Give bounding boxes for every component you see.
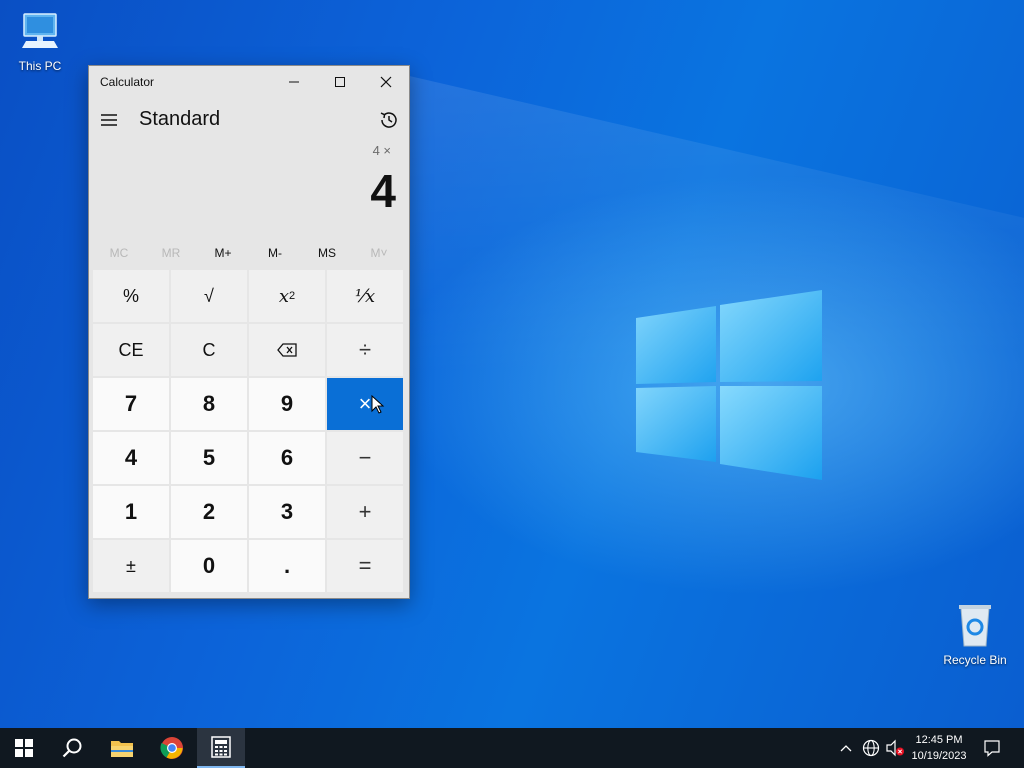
chevron-up-icon xyxy=(840,745,852,752)
square-root-button[interactable]: √ xyxy=(171,270,247,322)
history-button[interactable] xyxy=(376,107,402,133)
digit-1-button[interactable]: 1 xyxy=(93,486,169,538)
add-button[interactable]: + xyxy=(327,486,403,538)
memory-recall-button[interactable]: MR xyxy=(145,242,197,264)
backspace-icon xyxy=(277,343,297,357)
computer-icon xyxy=(22,13,58,48)
chrome-icon xyxy=(160,737,183,759)
window-title: Calculator xyxy=(100,75,155,89)
expression-display: 4 × xyxy=(372,143,391,158)
clock-time: 12:45 PM xyxy=(915,734,963,746)
multiply-button[interactable]: × xyxy=(327,378,403,430)
windows-logo-wallpaper xyxy=(636,290,822,480)
maximize-icon xyxy=(335,77,345,87)
start-button[interactable] xyxy=(0,728,48,768)
memory-clear-button[interactable]: MC xyxy=(93,242,145,264)
windows-start-icon xyxy=(15,739,33,757)
this-pc-label: This PC xyxy=(18,59,62,73)
reciprocal-button[interactable]: ⅟x xyxy=(327,270,403,322)
mouse-cursor-icon xyxy=(371,395,385,414)
negate-button[interactable]: ± xyxy=(93,540,169,592)
square-exponent-label: 2 xyxy=(289,290,296,302)
digit-7-button[interactable]: 7 xyxy=(93,378,169,430)
memory-store-button[interactable]: MS xyxy=(301,242,353,264)
speaker-muted-icon xyxy=(886,739,904,757)
recycle-bin-shortcut[interactable]: Recycle Bin xyxy=(937,602,1013,667)
digit-4-button[interactable]: 4 xyxy=(93,432,169,484)
calculator-window: Calculator Standard 4 × 4 MC MR M+ M- MS… xyxy=(88,65,410,599)
hamburger-icon xyxy=(101,114,117,126)
search-button[interactable] xyxy=(48,728,96,768)
subtract-button[interactable]: − xyxy=(327,432,403,484)
digit-3-button[interactable]: 3 xyxy=(249,486,325,538)
memory-list-button[interactable]: M˅ xyxy=(353,242,405,264)
show-hidden-icons-button[interactable] xyxy=(836,728,856,768)
chrome-taskbar-button[interactable] xyxy=(148,728,196,768)
calculator-taskbar-button[interactable] xyxy=(197,728,245,768)
square-base-label: x xyxy=(278,285,290,307)
decimal-button[interactable]: . xyxy=(249,540,325,592)
folder-icon xyxy=(111,741,133,757)
recycle-bin-icon xyxy=(959,605,991,647)
notification-icon xyxy=(984,740,1000,757)
digit-9-button[interactable]: 9 xyxy=(249,378,325,430)
memory-add-button[interactable]: M+ xyxy=(197,242,249,264)
clear-button[interactable]: C xyxy=(171,324,247,376)
percent-button[interactable]: % xyxy=(93,270,169,322)
mode-title: Standard xyxy=(139,108,221,130)
result-display: 4 xyxy=(370,165,396,217)
digit-8-button[interactable]: 8 xyxy=(171,378,247,430)
globe-icon xyxy=(862,739,880,757)
maximize-button[interactable] xyxy=(317,66,363,98)
search-icon xyxy=(62,738,82,758)
equals-button[interactable]: = xyxy=(327,540,403,592)
memory-subtract-button[interactable]: M- xyxy=(249,242,301,264)
clock[interactable]: 12:45 PM 10/19/2023 xyxy=(903,732,975,764)
digit-2-button[interactable]: 2 xyxy=(171,486,247,538)
minimize-button[interactable] xyxy=(271,66,317,98)
this-pc-shortcut[interactable]: This PC xyxy=(2,10,78,73)
clear-entry-button[interactable]: CE xyxy=(93,324,169,376)
navigation-menu-button[interactable] xyxy=(97,108,121,132)
desktop: This PC Recycle Bin Calculator Standard … xyxy=(0,0,1024,728)
minimize-icon xyxy=(289,81,299,83)
square-button[interactable]: x2 xyxy=(249,270,325,322)
keypad: % √ x2 ⅟x CE C ÷ 7 8 9 × 4 5 6 − 1 2 3 +… xyxy=(93,270,405,594)
close-button[interactable] xyxy=(363,66,409,98)
network-status-button[interactable] xyxy=(860,728,882,768)
history-icon xyxy=(380,112,397,128)
digit-5-button[interactable]: 5 xyxy=(171,432,247,484)
title-bar[interactable]: Calculator xyxy=(89,66,409,98)
header-row: Standard xyxy=(89,100,409,140)
file-explorer-taskbar-button[interactable] xyxy=(98,728,146,768)
digit-0-button[interactable]: 0 xyxy=(171,540,247,592)
digit-6-button[interactable]: 6 xyxy=(249,432,325,484)
taskbar: 12:45 PM 10/19/2023 xyxy=(0,728,1024,768)
clock-date: 10/19/2023 xyxy=(911,750,967,762)
reciprocal-label: ⅟x xyxy=(354,285,376,307)
action-center-button[interactable] xyxy=(978,728,1006,768)
divide-button[interactable]: ÷ xyxy=(327,324,403,376)
backspace-button[interactable] xyxy=(249,324,325,376)
calculator-icon xyxy=(211,736,231,758)
memory-row: MC MR M+ M- MS M˅ xyxy=(93,242,405,264)
recycle-bin-label: Recycle Bin xyxy=(943,653,1007,667)
close-icon xyxy=(380,76,392,88)
